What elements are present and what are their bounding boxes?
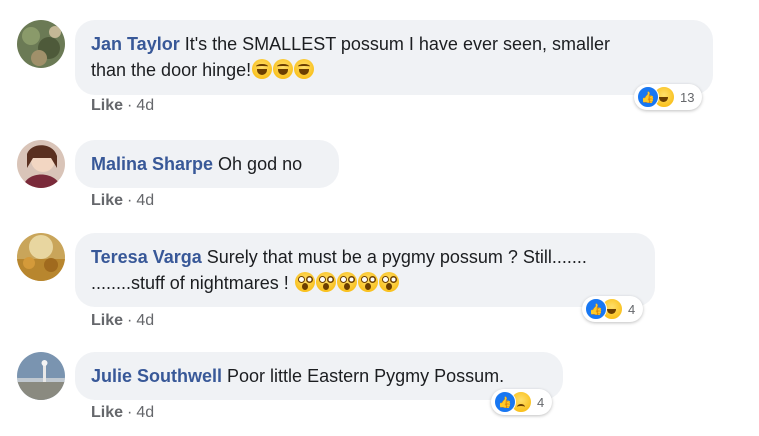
comment-text: Poor little Eastern Pygmy Possum. bbox=[227, 366, 505, 386]
like-link[interactable]: Like bbox=[91, 192, 123, 209]
comment-actions: Like · 4d bbox=[91, 312, 155, 329]
reaction-count: 4 bbox=[537, 394, 545, 410]
like-icon: 👍 bbox=[494, 391, 516, 413]
author-name[interactable]: Jan Taylor bbox=[91, 34, 180, 54]
comment-text-cont: than the door hinge! bbox=[91, 60, 252, 80]
comment-text: It's the SMALLEST possum I have ever see… bbox=[184, 34, 610, 54]
like-link[interactable]: Like bbox=[91, 312, 123, 329]
timestamp[interactable]: 4d bbox=[136, 97, 154, 114]
comment-bubble: Jan Taylor It's the SMALLEST possum I hav… bbox=[75, 20, 713, 95]
rolling-laughing-emoji bbox=[273, 59, 294, 79]
astonished-emoji bbox=[357, 272, 378, 292]
reaction-summary[interactable]: 👍 4 bbox=[582, 296, 644, 322]
reaction-count: 13 bbox=[680, 89, 695, 105]
timestamp[interactable]: 4d bbox=[136, 312, 154, 329]
comment-bubble: Julie Southwell Poor little Eastern Pygmy… bbox=[75, 352, 563, 400]
reaction-count: 4 bbox=[628, 301, 636, 317]
rolling-laughing-emoji bbox=[252, 59, 273, 79]
astonished-emoji bbox=[315, 272, 336, 292]
reaction-summary[interactable]: 👍 4 bbox=[491, 389, 553, 415]
timestamp[interactable]: 4d bbox=[136, 192, 154, 209]
comment-text-cont: ........stuff of nightmares ! bbox=[91, 273, 289, 293]
comment-bubble: Malina Sharpe Oh god no bbox=[75, 140, 339, 188]
like-link[interactable]: Like bbox=[91, 97, 123, 114]
rolling-laughing-emoji bbox=[294, 59, 315, 79]
avatar[interactable] bbox=[17, 352, 65, 400]
avatar[interactable] bbox=[17, 140, 65, 188]
timestamp[interactable]: 4d bbox=[136, 404, 154, 421]
comment-actions: Like · 4d bbox=[91, 192, 155, 209]
comment-bubble: Teresa Varga Surely that must be a pygmy … bbox=[75, 233, 655, 307]
reaction-summary[interactable]: 👍 13 bbox=[634, 84, 703, 110]
astonished-emoji bbox=[378, 272, 399, 292]
comment-text: Surely that must be a pygmy possum ? Sti… bbox=[206, 247, 587, 267]
like-link[interactable]: Like bbox=[91, 404, 123, 421]
like-icon: 👍 bbox=[585, 298, 607, 320]
astonished-emoji bbox=[294, 272, 315, 292]
comment-actions: Like · 4d bbox=[91, 97, 155, 114]
author-name[interactable]: Malina Sharpe bbox=[91, 154, 213, 174]
avatar[interactable] bbox=[17, 20, 65, 68]
avatar[interactable] bbox=[17, 233, 65, 281]
astonished-emoji bbox=[336, 272, 357, 292]
like-icon: 👍 bbox=[637, 86, 659, 108]
comment-actions: Like · 4d bbox=[91, 404, 155, 421]
comment-text: Oh god no bbox=[218, 154, 303, 174]
author-name[interactable]: Teresa Varga bbox=[91, 247, 202, 267]
author-name[interactable]: Julie Southwell bbox=[91, 366, 222, 386]
